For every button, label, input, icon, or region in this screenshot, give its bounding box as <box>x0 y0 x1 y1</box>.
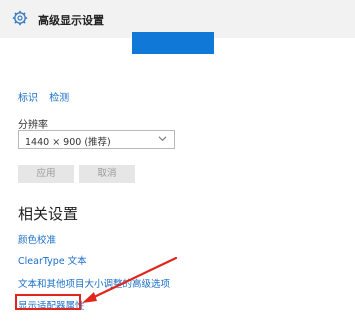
advanced-sizing-link[interactable]: 文本和其他项目大小调整的高级选项 <box>18 276 170 290</box>
resolution-label: 分辨率 <box>18 120 48 131</box>
identify-link[interactable]: 标识 <box>18 93 38 104</box>
resolution-dropdown[interactable]: 1440 × 900 (推荐) <box>18 130 175 149</box>
detect-link[interactable]: 检测 <box>49 93 69 104</box>
chevron-down-icon <box>158 136 167 142</box>
resolution-value: 1440 × 900 (推荐) <box>25 137 111 148</box>
display-preview[interactable] <box>132 32 214 54</box>
cancel-button[interactable]: 取消 <box>79 165 135 183</box>
color-calibration-link[interactable]: 颜色校准 <box>18 232 56 246</box>
related-settings-heading: 相关设置 <box>18 205 79 223</box>
highlight-box <box>15 294 81 310</box>
monitor-links: 标识 检测 <box>18 89 77 104</box>
apply-button[interactable]: 应用 <box>18 165 74 183</box>
window-title: 高级显示设置 <box>38 14 104 27</box>
cleartype-text-link[interactable]: ClearType 文本 <box>18 253 87 267</box>
gear-icon <box>12 10 28 26</box>
